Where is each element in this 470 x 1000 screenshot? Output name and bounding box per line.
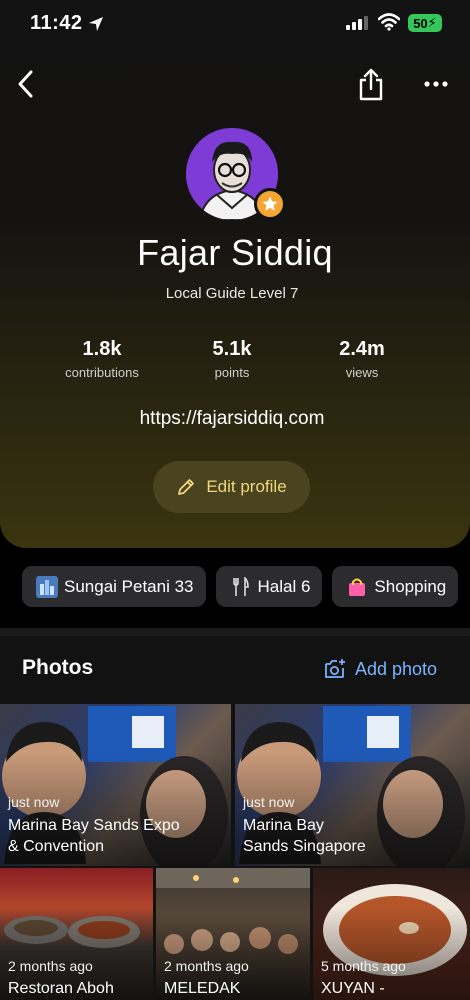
chip-label: Sungai Petani 33 (64, 576, 194, 596)
local-guide-level[interactable]: Local Guide Level 7 (0, 285, 464, 302)
back-button[interactable] (12, 68, 40, 100)
photo-tile[interactable]: 2 months ago Restoran Aboh (0, 868, 153, 1000)
share-button[interactable] (356, 68, 386, 102)
stat-value: 2.4m (339, 338, 385, 360)
stat-label: contributions (65, 365, 139, 380)
status-time: 11:42 (30, 12, 83, 34)
fork-knife-icon (230, 576, 252, 598)
edit-profile-button[interactable]: Edit profile (153, 461, 310, 513)
photo-tile[interactable]: 5 months ago XUYAN - (313, 868, 470, 1000)
status-bar: 11:42 50 ⚡ (0, 10, 470, 38)
photo-place-line: Marina Bay Sands Expo (8, 817, 180, 834)
city-icon (36, 575, 58, 598)
photo-time: 2 months ago (8, 958, 93, 974)
shopping-bag-icon (346, 576, 368, 598)
add-photo-camera-icon (325, 659, 345, 678)
photo-place: MELEDAK (164, 980, 241, 997)
chip-shopping[interactable]: Shopping (332, 566, 459, 607)
photo-time: 5 months ago (321, 958, 406, 974)
edit-profile-label: Edit profile (206, 477, 287, 496)
stat-value: 5.1k (212, 338, 252, 360)
share-icon (359, 68, 383, 101)
website-link[interactable]: https://fajarsiddiq.com (0, 408, 464, 430)
photos-heading: Photos (22, 656, 94, 679)
photo-place-line: Marina Bay (243, 817, 324, 834)
photo-tile[interactable]: 2 months ago MELEDAK (156, 868, 310, 1000)
stat-views[interactable]: 2.4m views (292, 338, 432, 380)
pencil-icon (178, 479, 195, 495)
photo-tile[interactable]: just now Marina Bay Sands Expo & Convent… (0, 704, 231, 866)
stat-value: 1.8k (82, 338, 122, 360)
section-divider (0, 628, 470, 636)
photo-tile[interactable]: just now Marina Bay Sands Singapore (235, 704, 470, 866)
chevron-left-icon (18, 70, 33, 98)
local-guide-badge (254, 188, 286, 220)
stat-label: points (214, 365, 250, 380)
add-photo-label: Add photo (355, 658, 438, 679)
photo-time: just now (243, 794, 295, 810)
stat-label: views (345, 365, 379, 380)
photo-place: Marina Bay Sands Expo & Convention (8, 815, 180, 857)
profile-name: Fajar Siddiq (137, 232, 333, 273)
stat-contributions[interactable]: 1.8k contributions (32, 338, 172, 380)
battery-indicator: 50 ⚡ (408, 14, 442, 32)
category-chips: Sungai Petani 33 Halal 6 Shopping (22, 566, 459, 607)
chip-halal[interactable]: Halal 6 (215, 566, 323, 607)
cell-signal-icon (346, 16, 368, 30)
photo-place: XUYAN - (321, 980, 385, 997)
add-photo-button[interactable]: Add photo (323, 658, 437, 680)
more-options-button[interactable] (420, 72, 452, 96)
photo-place: Restoran Aboh (8, 980, 114, 997)
photo-time: 2 months ago (164, 958, 249, 974)
photo-place-line: & Convention (8, 838, 105, 855)
chip-label: Halal 6 (257, 576, 311, 596)
location-arrow-icon (88, 16, 104, 37)
chip-sungai-petani[interactable]: Sungai Petani 33 (22, 566, 206, 607)
photo-time: just now (8, 794, 60, 810)
wifi-icon (377, 13, 401, 36)
photo-place-line: Sands Singapore (243, 838, 366, 855)
photo-place: Marina Bay Sands Singapore (243, 815, 366, 857)
star-icon (262, 196, 278, 211)
chip-label: Shopping (374, 576, 447, 596)
battery-level: 50 (413, 15, 428, 31)
stat-points[interactable]: 5.1k points (162, 338, 302, 380)
more-horizontal-icon (424, 81, 448, 87)
